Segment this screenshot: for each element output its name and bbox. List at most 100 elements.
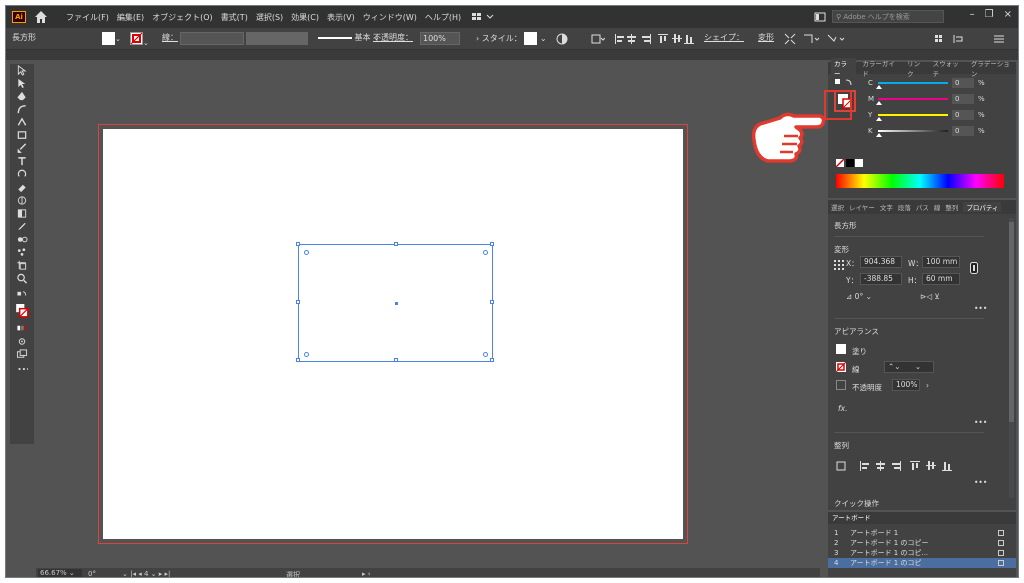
style-control[interactable]: › スタイル： ⌄ <box>476 32 547 45</box>
variable-width-input[interactable] <box>246 32 308 45</box>
curvature-tool-button[interactable] <box>10 103 34 116</box>
scrollbar-thumb[interactable] <box>1009 222 1014 422</box>
stroke-color-control[interactable]: ⌄ <box>130 32 153 47</box>
tab-links[interactable]: リンク <box>907 58 926 78</box>
direct-selection-tool-button[interactable] <box>10 77 34 90</box>
slider-track[interactable] <box>878 98 948 100</box>
artboard-options-icon[interactable] <box>998 550 1004 556</box>
stroke-label[interactable]: 線： <box>162 32 178 43</box>
corner-widget[interactable] <box>483 250 488 255</box>
slider-value[interactable]: 0 <box>952 110 974 120</box>
rotation-value[interactable]: 0° <box>88 570 96 577</box>
tab-path[interactable]: パス <box>916 202 929 212</box>
workspace-switcher-icon[interactable] <box>471 12 499 22</box>
menu-effect[interactable]: 効果(C) <box>291 12 319 23</box>
menu-select[interactable]: 選択(S) <box>256 12 283 23</box>
slider-track[interactable] <box>878 130 948 132</box>
opacity-label[interactable]: 不透明度 <box>852 382 882 393</box>
tab-align[interactable]: 整列 <box>945 202 958 212</box>
slider-knob[interactable] <box>876 101 882 105</box>
symbol-sprayer-tool-button[interactable] <box>10 246 34 259</box>
resize-handle[interactable] <box>490 300 494 304</box>
corner-widget[interactable] <box>304 352 309 357</box>
tab-paragraph[interactable]: 段落 <box>898 202 911 212</box>
artboard-row-selected[interactable]: 4 アートボード 1 のコピ <box>828 558 1016 568</box>
gradient-tool-button[interactable] <box>10 207 34 220</box>
artboard-row[interactable]: 2 アートボード 1 のコピー <box>828 538 1016 548</box>
stroke-label[interactable]: 線 <box>852 364 860 375</box>
artboard-options-icon[interactable] <box>998 560 1004 566</box>
none-white-black-swatches-icon[interactable] <box>836 158 864 168</box>
resize-handle[interactable] <box>394 242 398 246</box>
more-options-icon[interactable]: ••• <box>974 304 987 313</box>
help-search-input[interactable]: ⚲ Adobe ヘルプを検索 <box>832 10 944 23</box>
minimize-icon[interactable]: – <box>970 9 975 20</box>
stroke-weight-input[interactable] <box>180 32 244 45</box>
artboard-tool-button[interactable] <box>10 259 34 272</box>
warp-tool-button[interactable] <box>10 194 34 207</box>
blend-tool-button[interactable] <box>10 233 34 246</box>
tab-swatches[interactable]: スウォッチ <box>933 58 965 78</box>
artboard-options-icon[interactable] <box>998 530 1004 536</box>
corner-widget[interactable] <box>304 250 309 255</box>
more-options-icon[interactable]: ••• <box>974 418 987 427</box>
opacity-label[interactable]: 不透明度： <box>373 32 413 43</box>
paintbrush-tool-button[interactable] <box>10 142 34 155</box>
home-icon[interactable] <box>34 10 48 24</box>
more-options-icon[interactable]: ••• <box>974 478 987 487</box>
menu-view[interactable]: 表示(V) <box>327 12 355 23</box>
slider-knob[interactable] <box>876 85 882 89</box>
tab-select[interactable]: 選択 <box>831 202 844 212</box>
shape-label[interactable]: シェイプ： <box>704 32 744 43</box>
tab-color[interactable]: カラー <box>831 58 857 78</box>
constrain-proportions-icon[interactable] <box>970 262 978 274</box>
drawing-mode-button[interactable] <box>10 335 34 348</box>
color-mode-button[interactable] <box>10 322 34 335</box>
x-field[interactable]: 904.368 <box>860 256 902 268</box>
corner-widget[interactable] <box>483 352 488 357</box>
edit-toolbar-button[interactable]: ••• <box>10 363 34 376</box>
selected-rectangle[interactable] <box>296 242 494 362</box>
tab-stroke[interactable]: 線 <box>934 202 941 212</box>
swap-colors-icon[interactable] <box>834 78 856 88</box>
color-spectrum[interactable] <box>836 174 1004 188</box>
rectangle-tool-button[interactable] <box>10 129 34 142</box>
opacity-icon[interactable] <box>836 380 846 390</box>
pen-tool-button[interactable] <box>10 90 34 103</box>
zoom-field[interactable]: 66.67% ⌄ <box>38 569 82 577</box>
eraser-tool-button[interactable] <box>10 181 34 194</box>
resize-handle[interactable] <box>296 242 300 246</box>
tab-gradient[interactable]: グラデーション <box>971 58 1016 78</box>
zoom-tool-button[interactable] <box>10 272 34 285</box>
slider-knob[interactable] <box>876 117 882 121</box>
align-buttons-icon[interactable] <box>836 460 976 472</box>
slider-track[interactable] <box>878 114 948 116</box>
close-icon[interactable]: × <box>1004 9 1012 20</box>
flip-icons[interactable]: ⊳◁ ⊻ <box>920 292 940 301</box>
arrange-documents-icon[interactable] <box>814 12 826 22</box>
align-to-icon[interactable] <box>591 33 605 45</box>
slider-knob[interactable] <box>876 133 882 137</box>
tab-color-guide[interactable]: カラーガイド <box>862 58 901 78</box>
selection-tool-button[interactable] <box>10 64 34 77</box>
resize-handle[interactable] <box>490 242 494 246</box>
slider-value[interactable]: 0 <box>952 78 974 88</box>
panel-options-icons[interactable] <box>934 33 1014 45</box>
menu-file[interactable]: ファイル(F) <box>66 12 109 23</box>
stroke-weight-field[interactable]: ⌃⌄ ⌄ <box>884 361 934 373</box>
opacity-value[interactable]: 100% <box>420 32 460 45</box>
variable-width-field[interactable] <box>246 32 308 45</box>
artboards-panel-tab[interactable]: アートボード <box>828 512 1016 524</box>
fill-stroke-indicator-button[interactable] <box>10 302 34 320</box>
align-buttons-icon[interactable] <box>614 33 694 45</box>
status-mode[interactable]: 選択 <box>286 570 300 577</box>
fx-button[interactable]: fx. <box>838 404 847 413</box>
fill-color-control[interactable]: ⌄ <box>102 32 125 45</box>
eyedropper-tool-button[interactable] <box>10 220 34 233</box>
menu-edit[interactable]: 編集(E) <box>117 12 144 23</box>
stroke-swatch-icon[interactable] <box>836 362 846 372</box>
slider-track[interactable] <box>878 82 948 84</box>
angle-control[interactable]: ⊿ 0° ⌄ <box>846 292 872 301</box>
screen-mode-button[interactable] <box>10 348 34 361</box>
menu-help[interactable]: ヘルプ(H) <box>425 12 461 23</box>
